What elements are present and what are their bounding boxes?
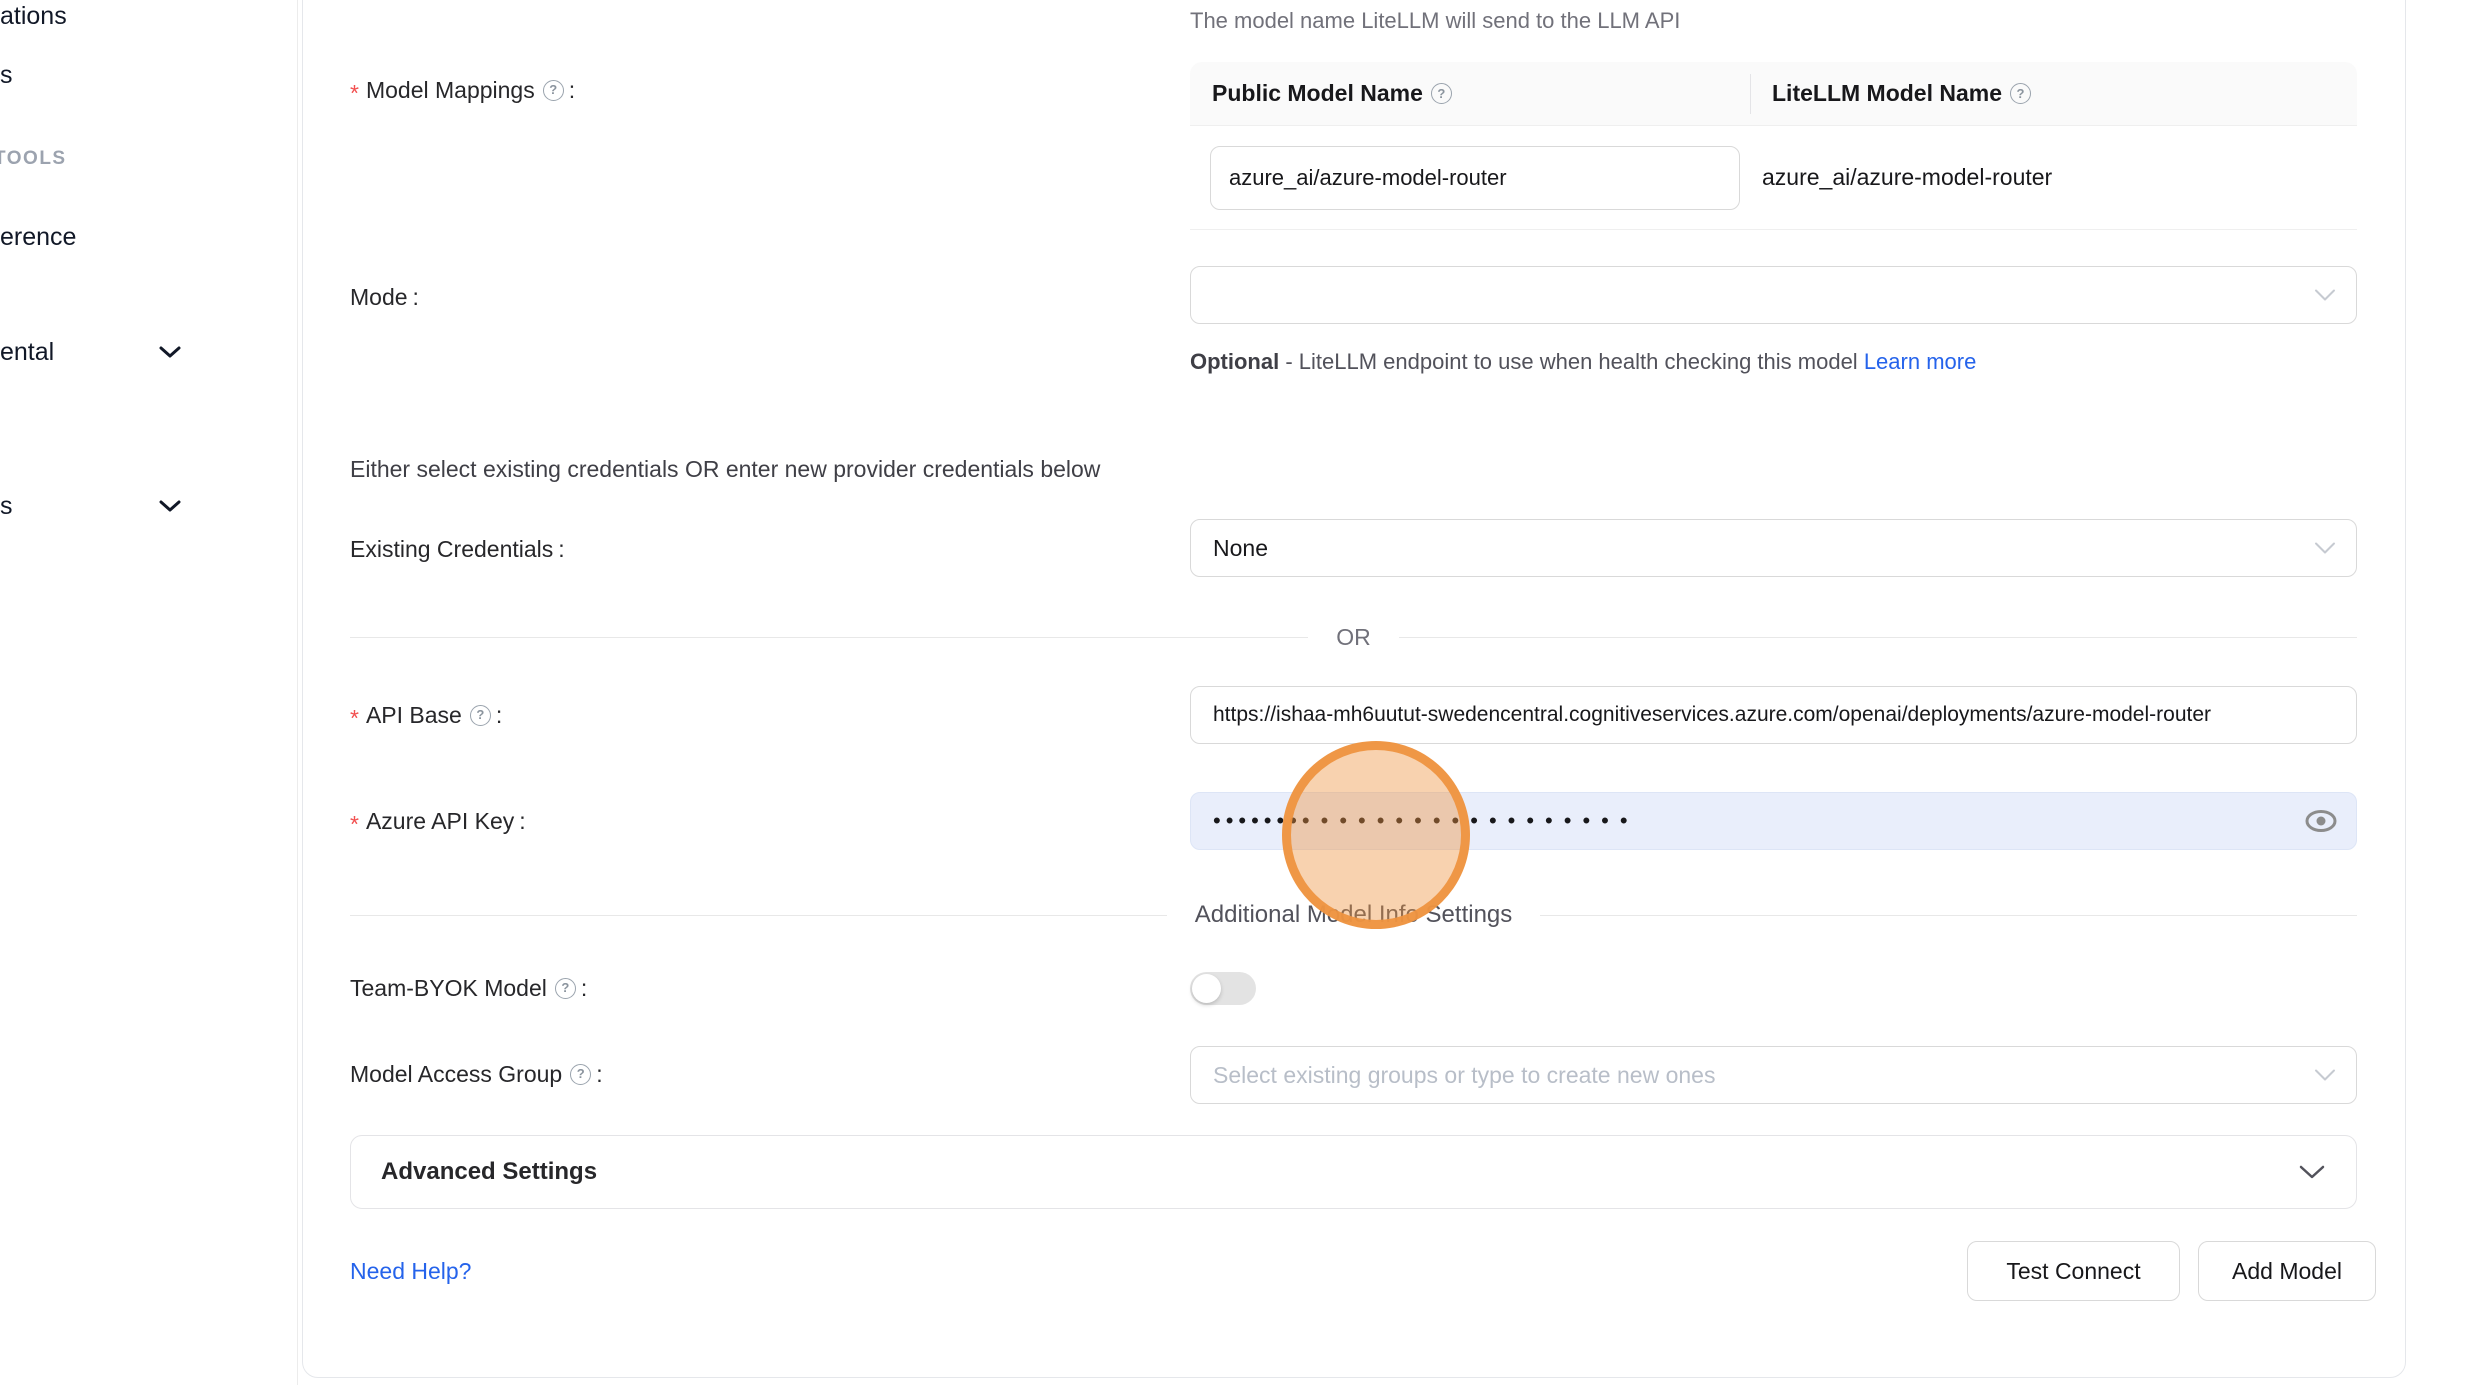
sidebar-item-ental[interactable]: ental bbox=[0, 338, 54, 367]
model-mappings-row: azure_ai/azure-model-router azure_ai/azu… bbox=[1190, 126, 2357, 230]
azure-api-key-label: * Azure API Key : bbox=[350, 807, 526, 835]
toggle-knob bbox=[1192, 974, 1221, 1003]
help-question-icon[interactable]: ? bbox=[570, 1064, 591, 1085]
add-model-page: ations s TOOLS erence ental s The model … bbox=[0, 0, 2477, 1385]
sidebar-item-label: ations bbox=[0, 2, 67, 31]
need-help-link[interactable]: Need Help? bbox=[350, 1258, 471, 1285]
mode-label: Mode : bbox=[350, 283, 419, 311]
help-question-icon[interactable]: ? bbox=[543, 80, 564, 101]
sidebar: ations s TOOLS erence ental s bbox=[0, 0, 298, 1385]
chevron-down-icon bbox=[2314, 289, 2336, 302]
chevron-down-icon bbox=[2298, 1164, 2326, 1180]
column-divider bbox=[1750, 74, 1751, 114]
sidebar-item-label: s bbox=[0, 492, 13, 521]
team-byok-label: Team-BYOK Model ? : bbox=[350, 974, 587, 1002]
existing-credentials-select[interactable]: None bbox=[1190, 519, 2357, 577]
chevron-down-icon bbox=[158, 499, 182, 518]
api-base-label: * API Base ? : bbox=[350, 701, 502, 729]
required-asterisk: * bbox=[350, 810, 359, 838]
model-name-hint: The model name LiteLLM will send to the … bbox=[1190, 8, 1680, 34]
litellm-model-name-value: azure_ai/azure-model-router bbox=[1740, 164, 2052, 191]
sidebar-item-label: s bbox=[0, 61, 13, 90]
existing-credentials-label: Existing Credentials : bbox=[350, 535, 565, 563]
azure-api-key-input[interactable]: •••••••• ••••••••••••••••• bbox=[1190, 792, 2357, 850]
sidebar-item-s2[interactable]: s bbox=[0, 492, 13, 521]
help-question-icon[interactable]: ? bbox=[470, 705, 491, 726]
sidebar-section-tools: TOOLS bbox=[0, 148, 67, 170]
mode-help-text: Optional - LiteLLM endpoint to use when … bbox=[1190, 342, 2030, 382]
model-access-group-label: Model Access Group ? : bbox=[350, 1060, 603, 1088]
eye-icon[interactable] bbox=[2304, 808, 2338, 834]
help-question-icon[interactable]: ? bbox=[2010, 83, 2031, 104]
masked-password: ••••••••••••••••• bbox=[1321, 810, 1639, 832]
learn-more-link[interactable]: Learn more bbox=[1864, 349, 1977, 374]
sidebar-item-label: erence bbox=[0, 223, 76, 252]
select-placeholder: Select existing groups or type to create… bbox=[1213, 1062, 1715, 1089]
chevron-down-icon bbox=[158, 345, 182, 364]
or-divider: OR bbox=[350, 622, 2357, 652]
model-access-group-select[interactable]: Select existing groups or type to create… bbox=[1190, 1046, 2357, 1104]
model-mappings-table: Public Model Name ? LiteLLM Model Name ?… bbox=[1190, 62, 2357, 230]
advanced-settings-panel[interactable]: Advanced Settings bbox=[350, 1135, 2357, 1209]
masked-password: •••••••• bbox=[1213, 810, 1315, 832]
test-connect-button[interactable]: Test Connect bbox=[1967, 1241, 2180, 1301]
model-mappings-header: Public Model Name ? LiteLLM Model Name ? bbox=[1190, 62, 2357, 126]
chevron-down-icon bbox=[2314, 1069, 2336, 1082]
credentials-note: Either select existing credentials OR en… bbox=[350, 456, 1100, 483]
add-model-button[interactable]: Add Model bbox=[2198, 1241, 2376, 1301]
team-byok-toggle[interactable] bbox=[1190, 972, 1256, 1005]
public-model-name-header: Public Model Name ? bbox=[1190, 80, 1750, 107]
additional-settings-divider: Additional Model Info Settings bbox=[350, 898, 2357, 932]
help-question-icon[interactable]: ? bbox=[555, 978, 576, 999]
sidebar-item-s1[interactable]: s bbox=[0, 61, 13, 90]
sidebar-item-label: ental bbox=[0, 338, 54, 367]
chevron-down-icon bbox=[2314, 542, 2336, 555]
help-question-icon[interactable]: ? bbox=[1431, 83, 1452, 104]
sidebar-item-erence[interactable]: erence bbox=[0, 223, 76, 252]
model-mappings-label: * Model Mappings ? : bbox=[350, 76, 575, 104]
public-model-name-input[interactable]: azure_ai/azure-model-router bbox=[1210, 146, 1740, 210]
required-asterisk: * bbox=[350, 79, 359, 107]
sidebar-item-ations[interactable]: ations bbox=[0, 2, 67, 31]
api-base-input[interactable]: https://ishaa-mh6uutut-swedencentral.cog… bbox=[1190, 686, 2357, 744]
litellm-model-name-header: LiteLLM Model Name ? bbox=[1750, 80, 2031, 107]
required-asterisk: * bbox=[350, 704, 359, 732]
advanced-settings-title: Advanced Settings bbox=[381, 1158, 597, 1186]
mode-select[interactable] bbox=[1190, 266, 2357, 324]
